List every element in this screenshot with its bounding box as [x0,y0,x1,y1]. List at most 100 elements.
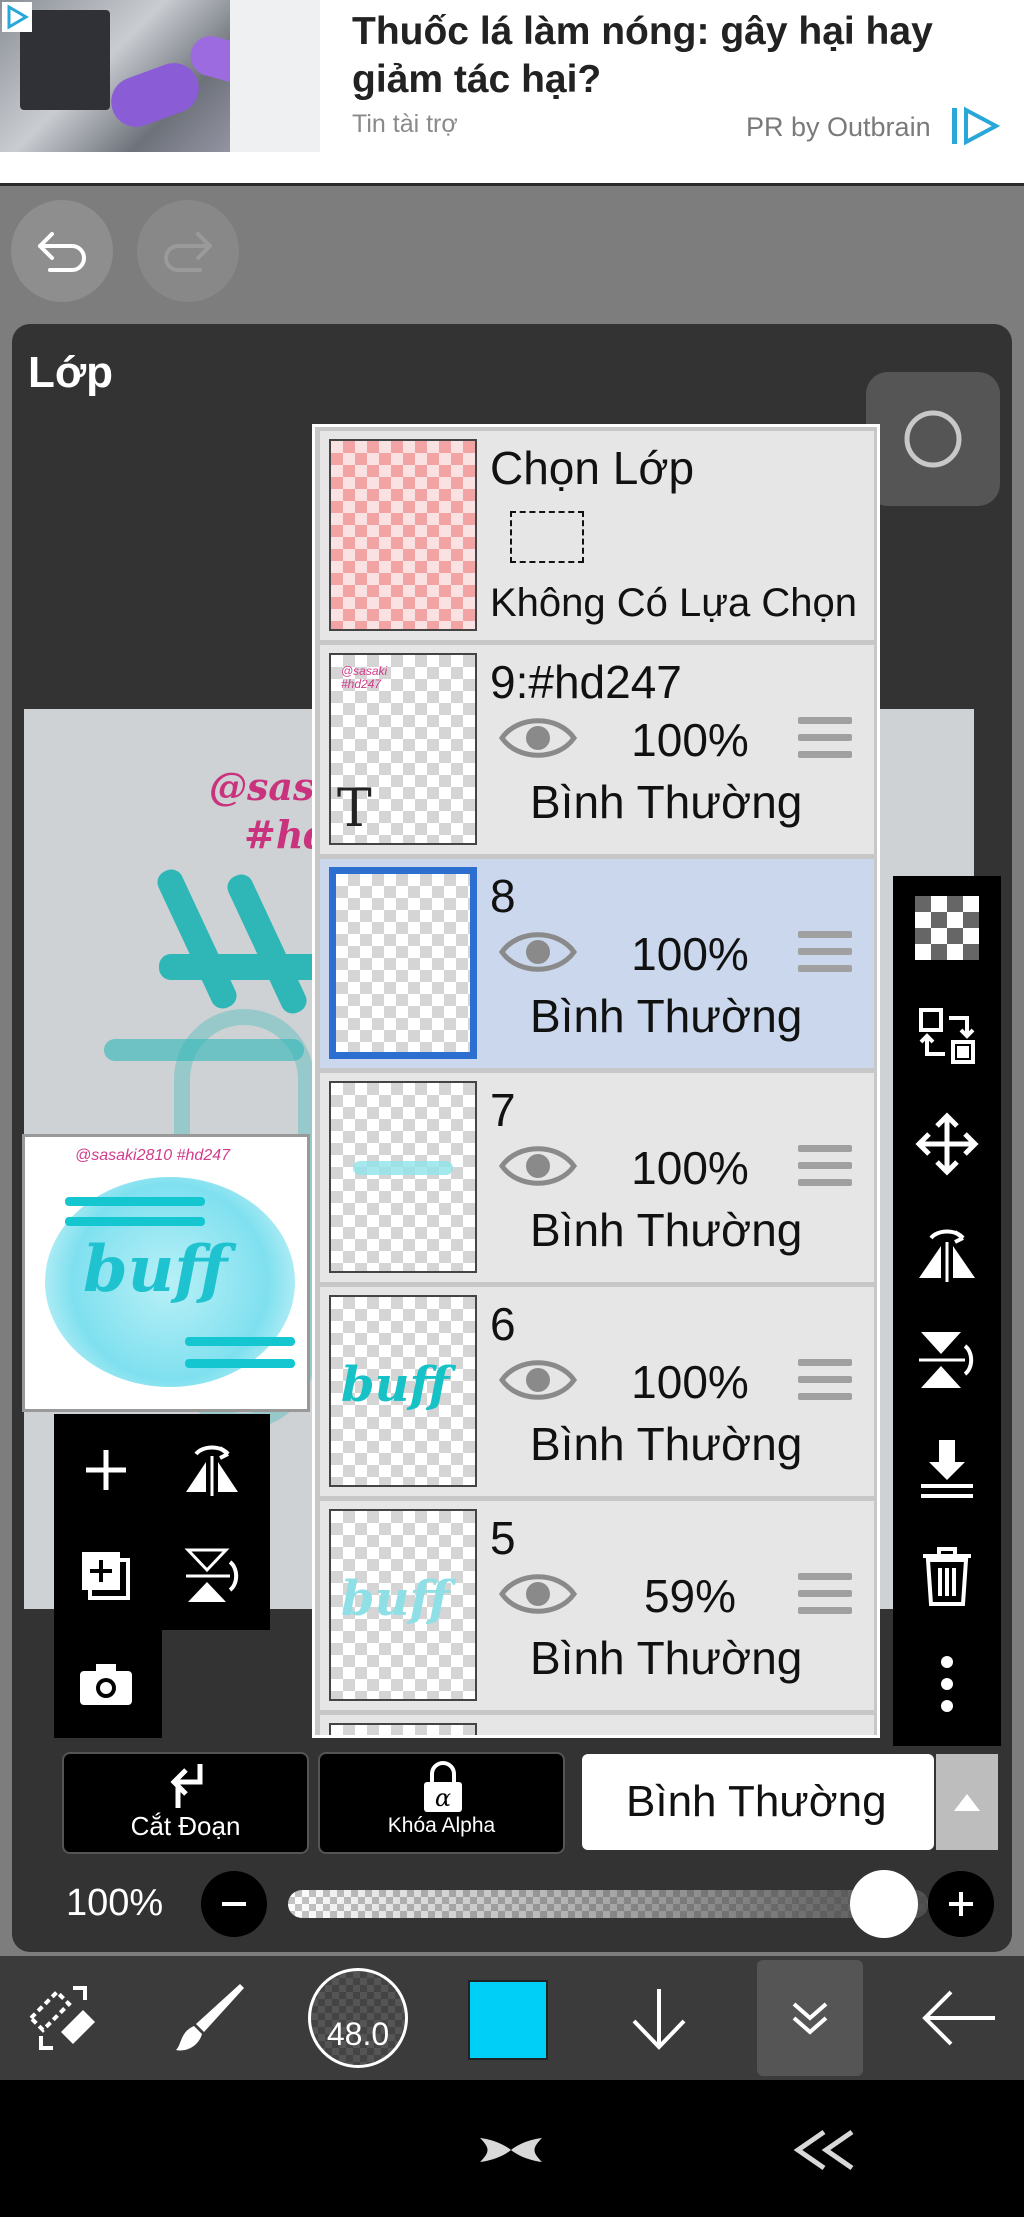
panel-title: Lớp [28,348,114,397]
selection-layer-thumbnail [329,439,477,631]
color-swatch-button[interactable] [468,1980,548,2060]
move-button[interactable] [907,1104,987,1184]
move-arrows-icon [915,1112,979,1176]
layer-row[interactable]: buff 6 100% Bình Thường [320,1287,874,1496]
arrow-down-icon [632,1989,686,2050]
visibility-eye-icon[interactable] [498,925,578,979]
move-layer-content-button[interactable] [907,996,987,1076]
brush-tool-button[interactable] [155,1956,265,2080]
merge-down-button[interactable] [907,1428,987,1508]
duplicate-icon [82,1552,130,1600]
flip-vertical-button[interactable] [168,1532,256,1620]
duplicate-layer-button[interactable] [62,1532,150,1620]
drag-handle-icon[interactable] [798,717,852,761]
transform-tool-button[interactable] [8,1956,118,2080]
camera-button[interactable] [62,1640,150,1728]
delete-layer-button[interactable] [907,1536,987,1616]
ad-provider-label[interactable]: PR by Outbrain [746,112,931,143]
layer-tools-column [893,876,1001,1746]
clip-arrow-icon [170,1764,203,1808]
more-options-button[interactable] [907,1644,987,1724]
layer-down-button[interactable] [604,1956,714,2080]
clipping-button[interactable]: Cắt Đoạn [62,1752,309,1854]
visibility-eye-icon[interactable] [498,1567,578,1621]
lock-alpha-icon: α [424,1761,462,1812]
undo-icon [38,232,86,272]
layer-opacity: 100% [631,928,749,980]
drag-handle-icon[interactable] [798,1359,852,1403]
brush-size-button[interactable]: 48.0 [308,1968,408,2068]
layer-row[interactable]: 8 100% Bình Thường [320,859,874,1068]
outbrain-logo-icon[interactable] [950,104,1002,148]
canvas-preview-thumbnail[interactable]: @sasaki2810 #hd247 buff [22,1134,310,1412]
layer-thumbnail [329,1081,477,1273]
drag-handle-icon[interactable] [798,931,852,975]
arrow-left-icon [922,1990,995,2046]
flip-vertical-icon [184,1548,239,1602]
visibility-eye-icon[interactable] [498,1353,578,1407]
record-button[interactable] [866,372,1000,506]
layer-opacity: 100% [631,714,749,766]
layer-blend-mode: Bình Thường [530,1418,803,1470]
back-button[interactable] [904,1956,1014,2080]
text-layer-icon: T [337,779,372,839]
layer-list[interactable]: Chọn Lớp Không Có Lựa Chọn @sasaki #hd247… [312,424,880,1738]
mini-toolbox [54,1414,282,1744]
layer-thumbnail: buff [329,1509,477,1701]
trash-icon [923,1547,971,1606]
opacity-slider[interactable] [288,1890,928,1918]
opacity-slider-knob[interactable] [850,1870,918,1938]
merge-down-icon [921,1440,973,1498]
flip-horizontal-button[interactable] [907,1212,987,1292]
opacity-slider-fill [288,1890,928,1918]
brush-icon [176,1984,244,2051]
layer-name: 5 [490,1512,516,1564]
transparency-button[interactable] [907,888,987,968]
layer-row[interactable]: 7 100% Bình Thường [320,1073,874,1282]
blend-mode-value: Bình Thường [626,1777,887,1826]
drag-handle-icon[interactable] [798,1145,852,1189]
selection-layer-row[interactable]: Chọn Lớp Không Có Lựa Chọn [320,431,874,640]
alpha-lock-button[interactable]: α Khóa Alpha [318,1752,565,1854]
selection-layer-title: Chọn Lớp [490,442,695,494]
ad-title[interactable]: Thuốc lá làm nóng: gây hại hay giảm tác … [352,8,1012,104]
minus-icon [222,1902,246,1906]
swap-icon [919,1008,975,1064]
chevron-double-left-icon[interactable] [790,2128,860,2172]
flip-horizontal-icon [919,1229,975,1282]
opacity-increase-button[interactable] [928,1871,994,1937]
ad-choices-icon[interactable] [2,2,32,32]
flip-vertical-icon [919,1332,974,1388]
drag-handle-icon[interactable] [798,1573,852,1617]
blend-mode-select[interactable]: Bình Thường [582,1754,934,1850]
layers-panel-toggle-button[interactable] [757,1960,863,2076]
flip-horizontal-button[interactable] [168,1426,256,1514]
undo-button[interactable] [11,200,113,302]
layer-blend-mode: Bình Thường [530,990,803,1042]
flip-vertical-button[interactable] [907,1320,987,1400]
visibility-eye-icon[interactable] [498,1139,578,1193]
add-layer-button[interactable] [62,1426,150,1514]
plus-icon [949,1892,973,1916]
layer-blend-mode: Bình Thường [530,1632,803,1684]
close-icon[interactable] [476,2130,546,2170]
redo-button[interactable] [137,200,239,302]
layer-blend-mode: Bình Thường [530,776,803,828]
layer-row[interactable]: @sasaki #hd247 T 9:#hd247 100% Bình Thườn… [320,645,874,854]
layer-opacity: 100% [631,1142,749,1194]
ad-banner[interactable]: Thuốc lá làm nóng: gây hại hay giảm tác … [0,0,1024,186]
opacity-decrease-button[interactable] [201,1871,267,1937]
visibility-eye-icon[interactable] [498,711,578,765]
layer-thumbnail: @sasaki #hd247 T [329,653,477,845]
layer-row[interactable]: buff 5 59% Bình Thường [320,1501,874,1710]
flip-horizontal-icon [186,1445,238,1496]
blend-mode-dropdown-button[interactable] [936,1754,998,1850]
alpha-lock-label: Khóa Alpha [387,1814,496,1837]
layer-name: 9:#hd247 [490,656,682,708]
layer-thumbnail [329,1723,477,1735]
ad-image[interactable] [0,0,320,152]
system-navigation-bar [0,2080,1024,2217]
layer-row[interactable] [320,1715,874,1735]
layer-name: 6 [490,1298,516,1350]
layer-opacity: 59% [643,1570,737,1622]
